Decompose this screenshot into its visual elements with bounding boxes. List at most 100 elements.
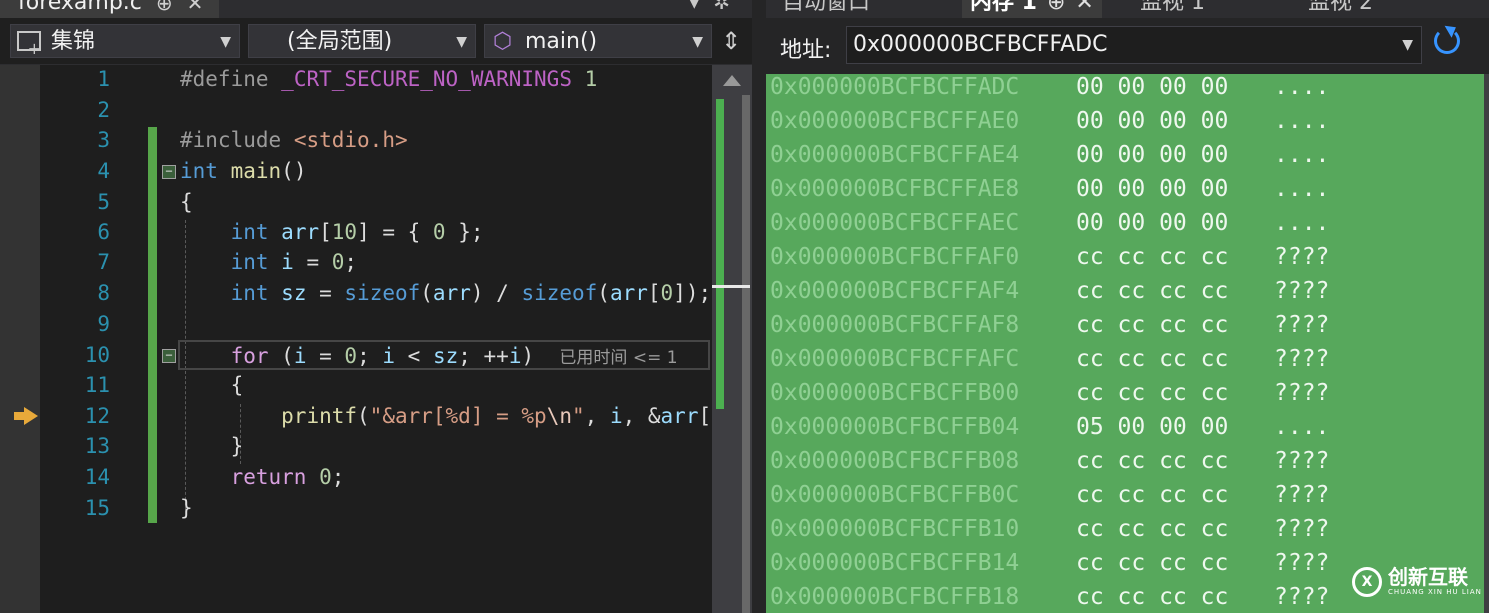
editor-tab-title: forexamp.c (18, 0, 142, 15)
memory-bytes[interactable]: 00 00 00 00 (1076, 176, 1228, 202)
function-dropdown[interactable]: ⬡ main() ▼ (484, 24, 712, 58)
scope-dropdown-label: (全局范围) (287, 29, 393, 54)
memory-bytes[interactable]: 00 00 00 00 (1076, 108, 1228, 134)
memory-bytes[interactable]: 00 00 00 00 (1076, 210, 1228, 236)
editor-tab-bar: forexamp.c ⊕ ✕ ▾✲ (0, 0, 752, 18)
memory-bytes[interactable]: 05 00 00 00 (1076, 414, 1228, 440)
memory-vertical-scrollbar[interactable] (1484, 74, 1489, 613)
memory-row[interactable]: 0x000000BCFBCFFAFC cc cc cc cc???? (770, 346, 1329, 372)
memory-bytes[interactable]: cc cc cc cc (1076, 346, 1228, 372)
navigation-bar: 集锦 ▼ (全局范围) ▼ ⬡ main() ▼ ⇕ (0, 18, 752, 65)
line-number: 3 (97, 128, 110, 152)
memory-row[interactable]: 0x000000BCFBCFFAE8 00 00 00 00.... (770, 176, 1329, 202)
memory-address: 0x000000BCFBCFFAE4 (770, 142, 1020, 168)
pin-icon[interactable]: ⊕ (156, 0, 173, 18)
code-line: int i = 0; (230, 250, 358, 274)
memory-grid[interactable]: 0x000000BCFBCFFADC 00 00 00 00.... 0x0000… (766, 74, 1484, 613)
memory-bytes[interactable]: cc cc cc cc (1076, 482, 1228, 508)
watermark-text: 创新互联 CHUANG XIN HU LIAN (1388, 566, 1482, 597)
tab-watch-2[interactable]: 监视 2 (1300, 0, 1381, 18)
collapse-icon[interactable]: − (162, 349, 176, 363)
memory-chars: ???? (1274, 448, 1330, 474)
tab-memory-1[interactable]: 内存 1 ⊕ ✕ (962, 0, 1102, 18)
memory-row[interactable]: 0x000000BCFBCFFB08 cc cc cc cc???? (770, 448, 1329, 474)
function-dropdown-label: main() (525, 29, 598, 54)
line-number: 11 (84, 373, 110, 397)
pin-icon[interactable]: ⊕ (1047, 0, 1065, 15)
project-dropdown-label: 集锦 (51, 29, 96, 54)
memory-bytes[interactable]: cc cc cc cc (1076, 312, 1228, 338)
memory-bytes[interactable]: cc cc cc cc (1076, 380, 1228, 406)
line-number: 13 (84, 434, 110, 458)
watermark-logo-icon: X (1352, 566, 1382, 597)
memory-row[interactable]: 0x000000BCFBCFFADC 00 00 00 00.... (770, 74, 1329, 100)
code-line: #define _CRT_SECURE_NO_WARNINGS 1 (180, 67, 598, 91)
memory-chars: ???? (1274, 550, 1330, 576)
scrollbar-change-marker (716, 99, 724, 409)
memory-bytes[interactable]: cc cc cc cc (1076, 516, 1228, 542)
chevron-down-icon[interactable]: ▼ (1402, 27, 1413, 63)
memory-row[interactable]: 0x000000BCFBCFFAEC 00 00 00 00.... (770, 210, 1329, 236)
line-number: 6 (97, 220, 110, 244)
memory-bytes[interactable]: cc cc cc cc (1076, 448, 1228, 474)
memory-row[interactable]: 0x000000BCFBCFFB14 cc cc cc cc???? (770, 550, 1329, 576)
memory-bytes[interactable]: cc cc cc cc (1076, 550, 1228, 576)
editor-tab[interactable]: forexamp.c ⊕ ✕ (0, 0, 220, 18)
scrollbar-thumb[interactable] (742, 95, 750, 613)
memory-chars: .... (1274, 176, 1330, 202)
memory-bytes[interactable]: cc cc cc cc (1076, 244, 1228, 270)
code-line: { (180, 373, 244, 397)
memory-chars: ???? (1274, 312, 1330, 338)
memory-row[interactable]: 0x000000BCFBCFFAE4 00 00 00 00.... (770, 142, 1329, 168)
memory-chars: ???? (1274, 278, 1330, 304)
tab-watch-1[interactable]: 监视 1 (1132, 0, 1213, 18)
memory-chars: ???? (1274, 380, 1330, 406)
scope-dropdown[interactable]: (全局范围) ▼ (248, 24, 476, 58)
memory-row[interactable]: 0x000000BCFBCFFB00 cc cc cc cc???? (770, 380, 1329, 406)
memory-chars: .... (1274, 74, 1330, 100)
pane-splitter[interactable] (752, 0, 766, 613)
memory-address: 0x000000BCFBCFFAFC (770, 346, 1020, 372)
memory-row[interactable]: 0x000000BCFBCFFAF0 cc cc cc cc???? (770, 244, 1329, 270)
memory-bytes[interactable]: cc cc cc cc (1076, 584, 1228, 610)
project-dropdown[interactable]: 集锦 ▼ (10, 24, 240, 58)
memory-row[interactable]: 0x000000BCFBCFFB10 cc cc cc cc???? (770, 516, 1329, 542)
memory-row[interactable]: 0x000000BCFBCFFAF8 cc cc cc cc???? (770, 312, 1329, 338)
code-area[interactable]: 1 2 3 4 5 6 7 8 9 10 11 12 13 14 15 − − … (40, 65, 712, 613)
code-editor: forexamp.c ⊕ ✕ ▾✲ 集锦 ▼ (全局范围) ▼ ⬡ main()… (0, 0, 752, 613)
tab-overflow-icons[interactable]: ▾✲ (689, 0, 744, 14)
address-input[interactable]: 0x000000BCFBCFFADC ▼ (846, 26, 1422, 64)
refresh-icon[interactable] (1434, 28, 1460, 54)
chevron-down-icon: ▼ (692, 34, 703, 50)
memory-row[interactable]: 0x000000BCFBCFFB18 cc cc cc cc???? (770, 584, 1329, 610)
scroll-up-icon[interactable] (723, 75, 741, 86)
watermark-subtitle: CHUANG XIN HU LIAN (1388, 588, 1482, 596)
editor-vertical-scrollbar[interactable] (712, 65, 752, 613)
memory-bytes[interactable]: 00 00 00 00 (1076, 74, 1228, 100)
chevron-down-icon[interactable]: ▾ (689, 0, 713, 14)
split-editor-icon[interactable]: ⇕ (716, 24, 746, 58)
line-number: 9 (97, 312, 110, 336)
close-icon[interactable]: ✕ (187, 0, 204, 18)
close-icon[interactable]: ✕ (1075, 0, 1093, 15)
tab-memory-1-label: 内存 1 (970, 0, 1037, 15)
memory-bytes[interactable]: 00 00 00 00 (1076, 142, 1228, 168)
scrollbar-caret-marker (712, 285, 750, 288)
line-number: 14 (84, 465, 110, 489)
memory-row[interactable]: 0x000000BCFBCFFB0C cc cc cc cc???? (770, 482, 1329, 508)
line-number: 12 (84, 404, 110, 428)
collapse-icon[interactable]: − (162, 165, 176, 179)
tab-autos[interactable]: 自动窗口 (774, 0, 878, 18)
memory-row[interactable]: 0x000000BCFBCFFAE0 00 00 00 00.... (770, 108, 1329, 134)
breakpoint-gutter[interactable] (0, 65, 40, 613)
memory-row[interactable]: 0x000000BCFBCFFB04 05 00 00 00.... (770, 414, 1329, 440)
memory-row[interactable]: 0x000000BCFBCFFAF4 cc cc cc cc???? (770, 278, 1329, 304)
memory-bytes[interactable]: cc cc cc cc (1076, 278, 1228, 304)
line-number: 4 (97, 159, 110, 183)
line-number: 7 (97, 250, 110, 274)
memory-address: 0x000000BCFBCFFB10 (770, 516, 1020, 542)
code-line: } (180, 434, 244, 458)
code-line: return 0; (230, 465, 345, 489)
gear-icon[interactable]: ✲ (713, 0, 744, 14)
memory-address: 0x000000BCFBCFFAF8 (770, 312, 1020, 338)
